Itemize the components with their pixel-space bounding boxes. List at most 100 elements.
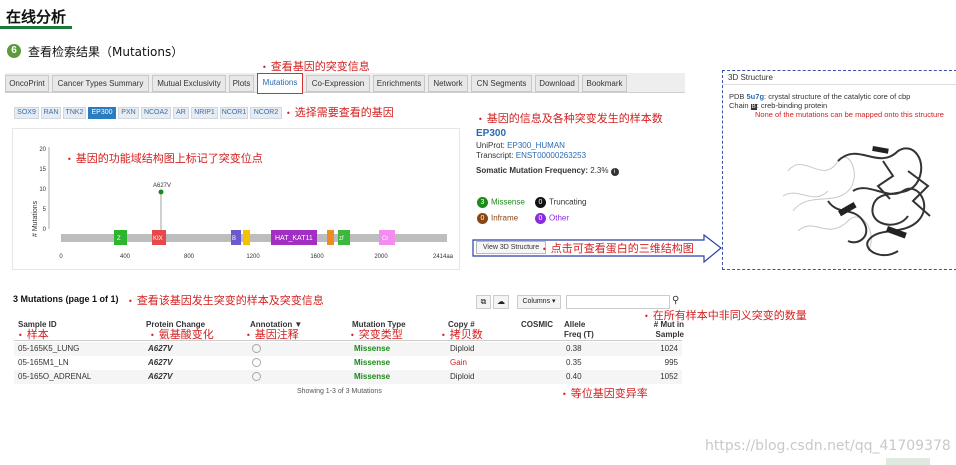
annotation-view3d: • 点击可查看蛋白的三维结构图 — [542, 242, 694, 255]
row3-mut: 1052 — [660, 372, 678, 381]
domain-cr-label: Cr — [382, 236, 388, 242]
header-allele-freq[interactable]: Allele Freq (T) — [564, 320, 604, 340]
annotation-table: • 查看该基因发生突变的样本及突变信息 — [128, 294, 324, 307]
tab-bar: OncoPrint Cancer Types Summary Mutual Ex… — [5, 73, 685, 94]
pdb-line: PDB 5u7g: crystal structure of the catal… — [729, 92, 911, 101]
tab-mutual-exclusivity[interactable]: Mutual Exclusivity — [152, 75, 226, 92]
row2-type: Missense — [354, 358, 391, 367]
domain-zf-label: zf — [339, 236, 344, 242]
transcript-link[interactable]: ENST00000263253 — [516, 151, 586, 160]
x-tick-2000: 2000 — [374, 254, 388, 260]
x-tick-1600: 1600 — [310, 254, 324, 260]
copy-icon[interactable]: ⧉ — [476, 295, 491, 309]
gene-pill-ran[interactable]: RAN — [41, 107, 61, 119]
gene-pill-nrip1[interactable]: NRIP1 — [191, 107, 218, 119]
domain-b-label: B — [232, 236, 236, 242]
mutations-table-title: 3 Mutations (page 1 of 1) — [13, 294, 119, 304]
y-tick-5: 5 — [43, 207, 47, 213]
tab-mutations[interactable]: Mutations — [257, 73, 303, 94]
gene-pill-sox9[interactable]: SOX9 — [14, 107, 39, 119]
row2-mut: 995 — [664, 358, 678, 367]
row1-type: Missense — [354, 344, 391, 353]
tab-plots[interactable]: Plots — [229, 75, 254, 92]
row1-sample[interactable]: 05-165K5_LUNG — [18, 344, 79, 353]
row2-freq: 0.35 — [566, 358, 582, 367]
row2-sample[interactable]: 05-165M1_LN — [18, 358, 69, 367]
frequency-line: Somatic Mutation Frequency: 2.3% i — [476, 166, 619, 176]
structure-3d-panel: 3D Structure PDB 5u7g: crystal structure… — [722, 70, 956, 270]
gene-pill-pxn[interactable]: PXN — [118, 107, 139, 119]
tab-co-expression[interactable]: Co-Expression — [306, 75, 370, 92]
header-cosmic[interactable]: COSMIC — [521, 320, 553, 329]
info-icon[interactable]: i — [610, 168, 619, 176]
watermark: https://blog.csdn.net/qq_41709378 — [705, 438, 951, 454]
row3-protein: A627V — [148, 372, 173, 381]
y-tick-15: 15 — [39, 167, 46, 173]
domain-kix-label: KIX — [153, 236, 163, 242]
gene-pill-ncor1[interactable]: NCOR1 — [220, 107, 248, 119]
table-footer: Showing 1-3 of 3 Mutations — [297, 388, 382, 395]
x-tick-end: 2414aa — [433, 254, 454, 260]
columns-button[interactable]: Columns ▾ — [517, 295, 561, 309]
count-missense[interactable]: 3 Missense — [477, 197, 525, 208]
tab-cancer-types-summary[interactable]: Cancer Types Summary — [52, 75, 149, 92]
annotation-allele-freq: • 等位基因变异率 — [562, 387, 648, 400]
mutation-label: A627V — [153, 183, 171, 189]
row3-sample[interactable]: 05-165O_ADRENAL — [18, 372, 91, 381]
view-3d-structure-button[interactable]: View 3D Structure — [476, 241, 546, 254]
y-tick-10: 10 — [39, 187, 46, 193]
row2-protein: A627V — [148, 358, 173, 367]
domain-orange[interactable] — [327, 230, 334, 245]
title-underline — [0, 26, 72, 29]
chevron-down-icon: ▾ — [552, 298, 556, 305]
chain-line: Chain B: creb-binding protein — [729, 101, 828, 110]
uniprot-link[interactable]: EP300_HUMAN — [507, 141, 565, 150]
row1-mut: 1024 — [660, 344, 678, 353]
row1-protein: A627V — [148, 344, 173, 353]
annotation-tab: • 查看基因的突变信息 — [262, 60, 370, 73]
structure-3d-title: 3D Structure — [728, 73, 773, 82]
domain-z-label: Z — [117, 236, 121, 242]
x-tick-400: 400 — [120, 254, 131, 260]
gene-name: EP300 — [476, 128, 507, 139]
tab-network[interactable]: Network — [428, 75, 468, 92]
row3-annotation-icon[interactable] — [252, 372, 261, 381]
x-tick-0: 0 — [59, 254, 63, 260]
y-tick-20: 20 — [39, 147, 46, 153]
row2-annotation-icon[interactable] — [252, 358, 261, 367]
count-truncating[interactable]: 0 Truncating — [535, 197, 587, 208]
domain-hat-kat11-label: HAT_KAT11 — [275, 235, 313, 242]
tab-cn-segments[interactable]: CN Segments — [471, 75, 532, 92]
row3-copy: Diploid — [450, 372, 475, 381]
y-tick-0: 0 — [43, 227, 47, 233]
corner-decoration — [886, 458, 930, 465]
download-icon[interactable]: ☁ — [493, 295, 509, 309]
gene-pill-ar[interactable]: AR — [173, 107, 189, 119]
protein-structure-render[interactable] — [778, 131, 943, 266]
gene-pill-ncor2[interactable]: NCOR2 — [250, 107, 282, 119]
gene-pill-ncoa2[interactable]: NCOA2 — [141, 107, 171, 119]
row1-freq: 0.38 — [566, 344, 582, 353]
step-text: 查看检索结果（Mutations） — [28, 45, 184, 59]
transcript-line: Transcript: ENST00000263253 — [476, 151, 587, 160]
y-axis-label: # Mutations — [32, 200, 39, 237]
count-other[interactable]: 0 Other — [535, 213, 569, 224]
gene-pill-ep300[interactable]: EP300 — [88, 107, 116, 119]
tab-oncoprint[interactable]: OncoPrint — [5, 75, 49, 92]
count-inframe[interactable]: 0 Inframe — [477, 213, 518, 224]
slide-title: 在线分析 — [6, 8, 67, 26]
step-number-badge: 6 — [7, 44, 21, 58]
uniprot-line: UniProt: EP300_HUMAN — [476, 141, 565, 150]
domain-yellow[interactable] — [243, 230, 250, 245]
row1-annotation-icon[interactable] — [252, 344, 261, 353]
search-icon[interactable]: ⚲ — [672, 295, 679, 306]
gene-pill-tnk2[interactable]: TNK2 — [63, 107, 86, 119]
row3-freq: 0.40 — [566, 372, 582, 381]
structure-warning: None of the mutations can be mapped onto… — [755, 110, 944, 119]
tab-download[interactable]: Download — [535, 75, 579, 92]
mutation-marker[interactable] — [158, 189, 164, 195]
tab-bookmark[interactable]: Bookmark — [582, 75, 627, 92]
pdb-link[interactable]: 5u7g — [747, 92, 765, 101]
tab-enrichments[interactable]: Enrichments — [373, 75, 425, 92]
header-mut-in-sample[interactable]: # Mut in Sample — [640, 320, 684, 340]
